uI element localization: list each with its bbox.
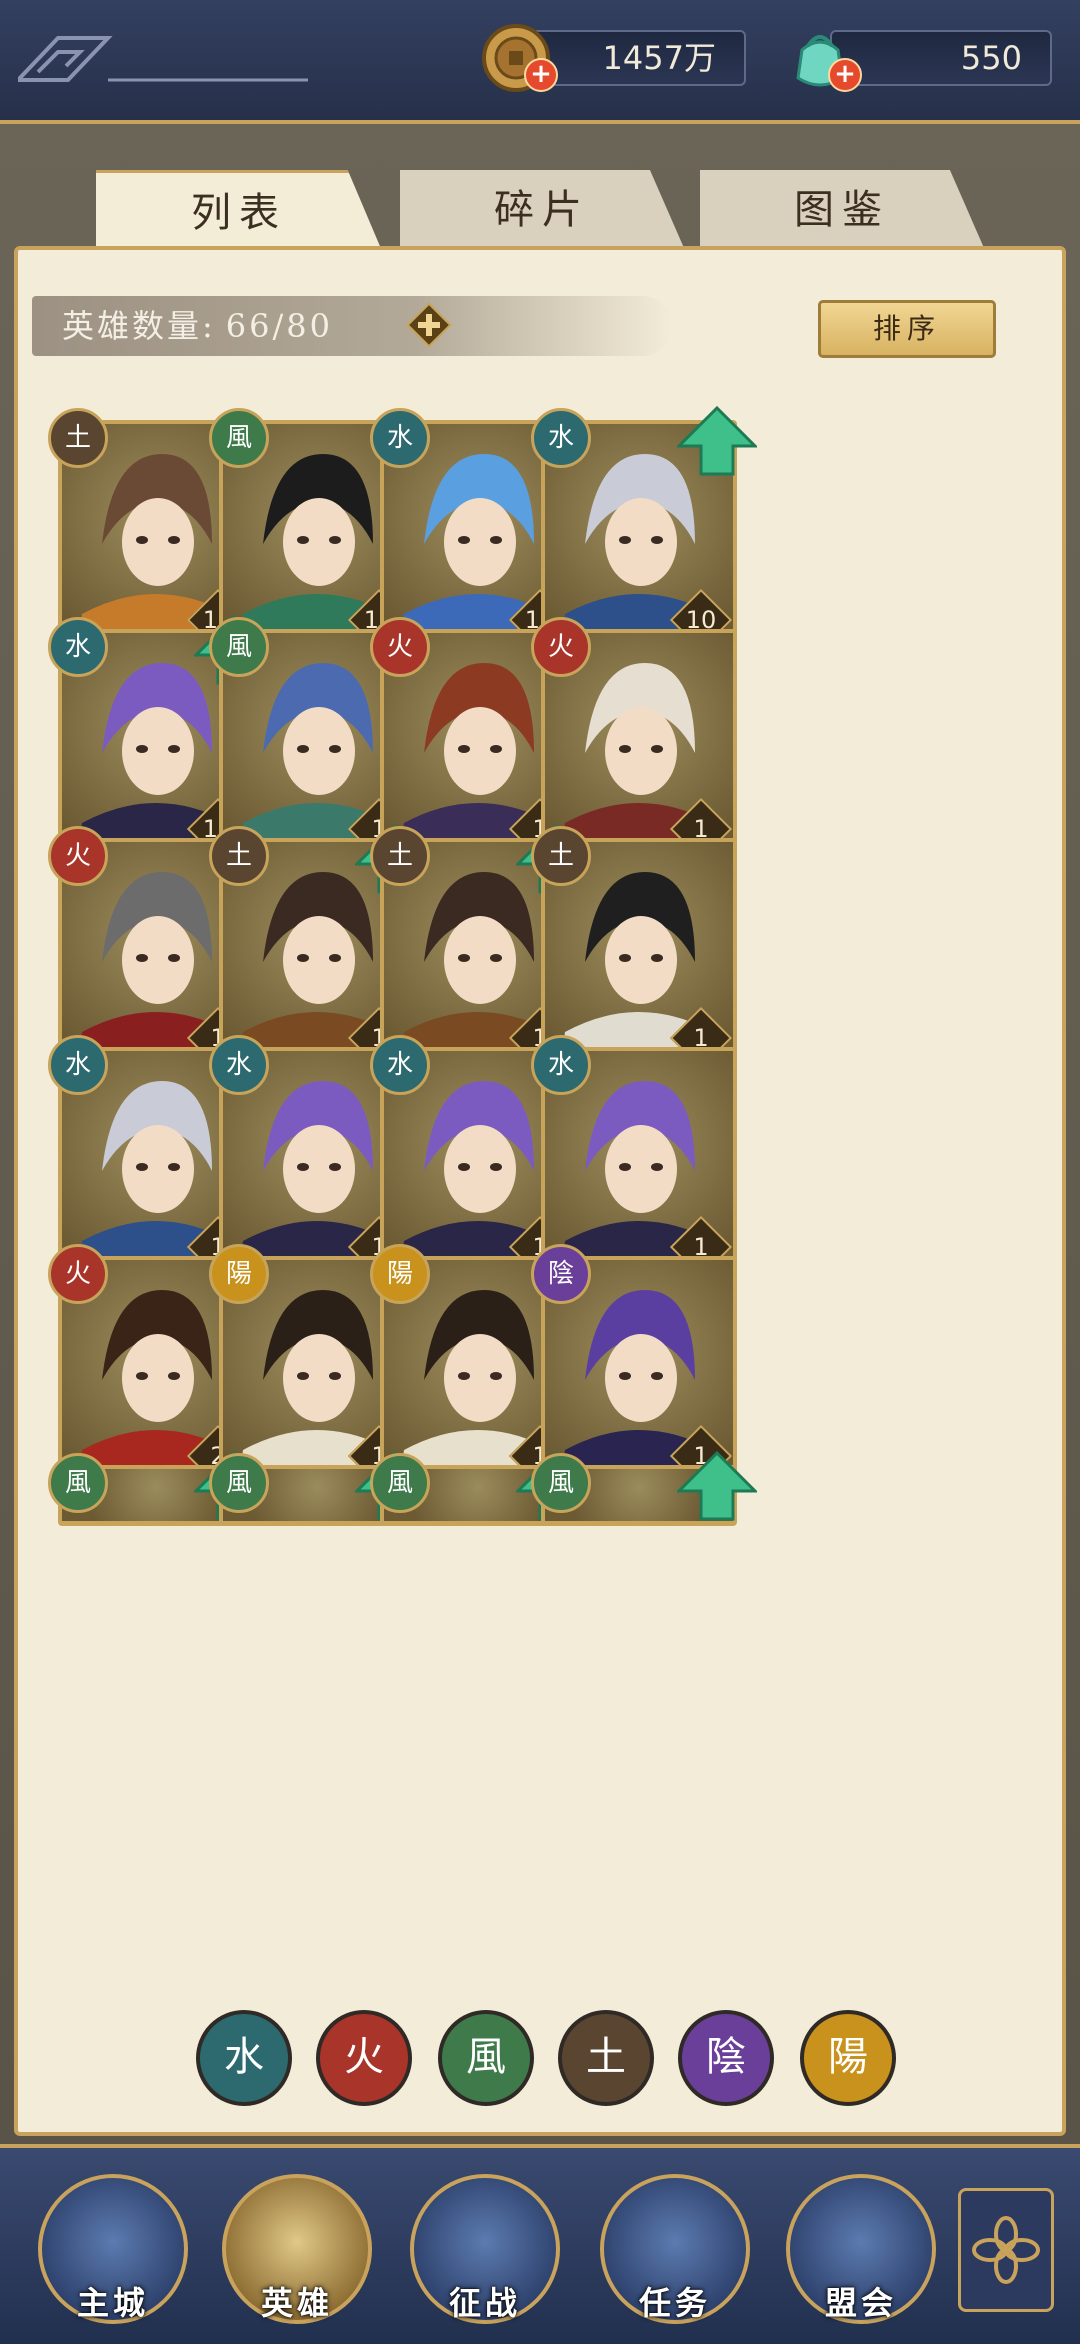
- element-badge-water: 水: [370, 1035, 430, 1095]
- element-badge-wind: 風: [209, 1453, 269, 1513]
- element-badge-water: 水: [48, 1035, 108, 1095]
- element-badge-fire: 火: [531, 617, 591, 677]
- element-badge-yang: 陽: [370, 1244, 430, 1304]
- element-filter-yang[interactable]: 陽: [800, 2010, 896, 2106]
- element-badge-water: 水: [531, 408, 591, 468]
- add-capacity-button[interactable]: [406, 302, 452, 348]
- add-gems-button[interactable]: +: [828, 58, 862, 92]
- gem-amount: 550: [960, 39, 1022, 77]
- hero-count-label: 英雄数量:: [62, 307, 216, 345]
- nav-item-3[interactable]: 任务: [600, 2174, 750, 2324]
- nav-more-button[interactable]: [958, 2188, 1054, 2312]
- nav-label: 英雄: [260, 2284, 333, 2322]
- element-badge-earth: 土: [370, 826, 430, 886]
- element-filter-wind[interactable]: 風: [438, 2010, 534, 2106]
- element-badge-water: 水: [48, 617, 108, 677]
- element-badge-wind: 風: [531, 1453, 591, 1513]
- nav-label: 盟会: [824, 2284, 897, 2322]
- element-badge-yin: 陰: [531, 1244, 591, 1304]
- bottom-nav: 主城 英雄 征战 任务 盟会: [0, 2144, 1080, 2344]
- tab-shards[interactable]: 碎片: [400, 170, 684, 248]
- nav-item-0[interactable]: 主城: [38, 2174, 188, 2324]
- nav-label: 主城: [76, 2284, 149, 2322]
- gem-balance: 550: [830, 30, 1052, 86]
- element-badge-wind: 風: [209, 408, 269, 468]
- nav-label: 任务: [638, 2284, 711, 2322]
- element-badge-yang: 陽: [209, 1244, 269, 1304]
- menu-emblem-icon[interactable]: [18, 30, 318, 90]
- tab-list[interactable]: 列表: [96, 170, 382, 251]
- element-filter-fire[interactable]: 火: [316, 2010, 412, 2106]
- element-badge-water: 水: [531, 1035, 591, 1095]
- element-badge-wind: 風: [48, 1453, 108, 1513]
- nav-item-4[interactable]: 盟会: [786, 2174, 936, 2324]
- element-badge-fire: 火: [48, 826, 108, 886]
- element-badge-wind: 風: [370, 1453, 430, 1513]
- nav-item-2[interactable]: 征战: [410, 2174, 560, 2324]
- tab-codex[interactable]: 图鉴: [700, 170, 984, 248]
- flower-menu-icon: [972, 2216, 1040, 2284]
- element-filter-yin[interactable]: 陰: [678, 2010, 774, 2106]
- element-badge-earth: 土: [531, 826, 591, 886]
- hero-count-bar: 英雄数量: 66/80: [32, 296, 672, 356]
- coin-amount: 1457万: [602, 39, 716, 77]
- element-badge-earth: 土: [209, 826, 269, 886]
- element-badge-fire: 火: [48, 1244, 108, 1304]
- hero-count-value: 66/80: [225, 307, 334, 345]
- sort-button[interactable]: 排序: [818, 300, 996, 358]
- upgrade-arrow-icon: [677, 1451, 757, 1521]
- element-badge-earth: 土: [48, 408, 108, 468]
- add-coins-button[interactable]: +: [524, 58, 558, 92]
- nav-item-1[interactable]: 英雄: [222, 2174, 372, 2324]
- element-badge-wind: 風: [209, 617, 269, 677]
- element-badge-fire: 火: [370, 617, 430, 677]
- top-bar: 1457万 + 550 +: [0, 0, 1080, 124]
- element-badge-water: 水: [370, 408, 430, 468]
- element-badge-water: 水: [209, 1035, 269, 1095]
- upgrade-arrow-icon: [677, 406, 757, 476]
- element-filter-water[interactable]: 水: [196, 2010, 292, 2106]
- hero-list-panel: 英雄数量: 66/80 排序 11 土 10 風 10 水 10 水 10 水 1 風 1 火 1 火 1 火 1 土 1…: [14, 246, 1066, 2136]
- element-filter-earth[interactable]: 土: [558, 2010, 654, 2106]
- nav-label: 征战: [448, 2284, 521, 2322]
